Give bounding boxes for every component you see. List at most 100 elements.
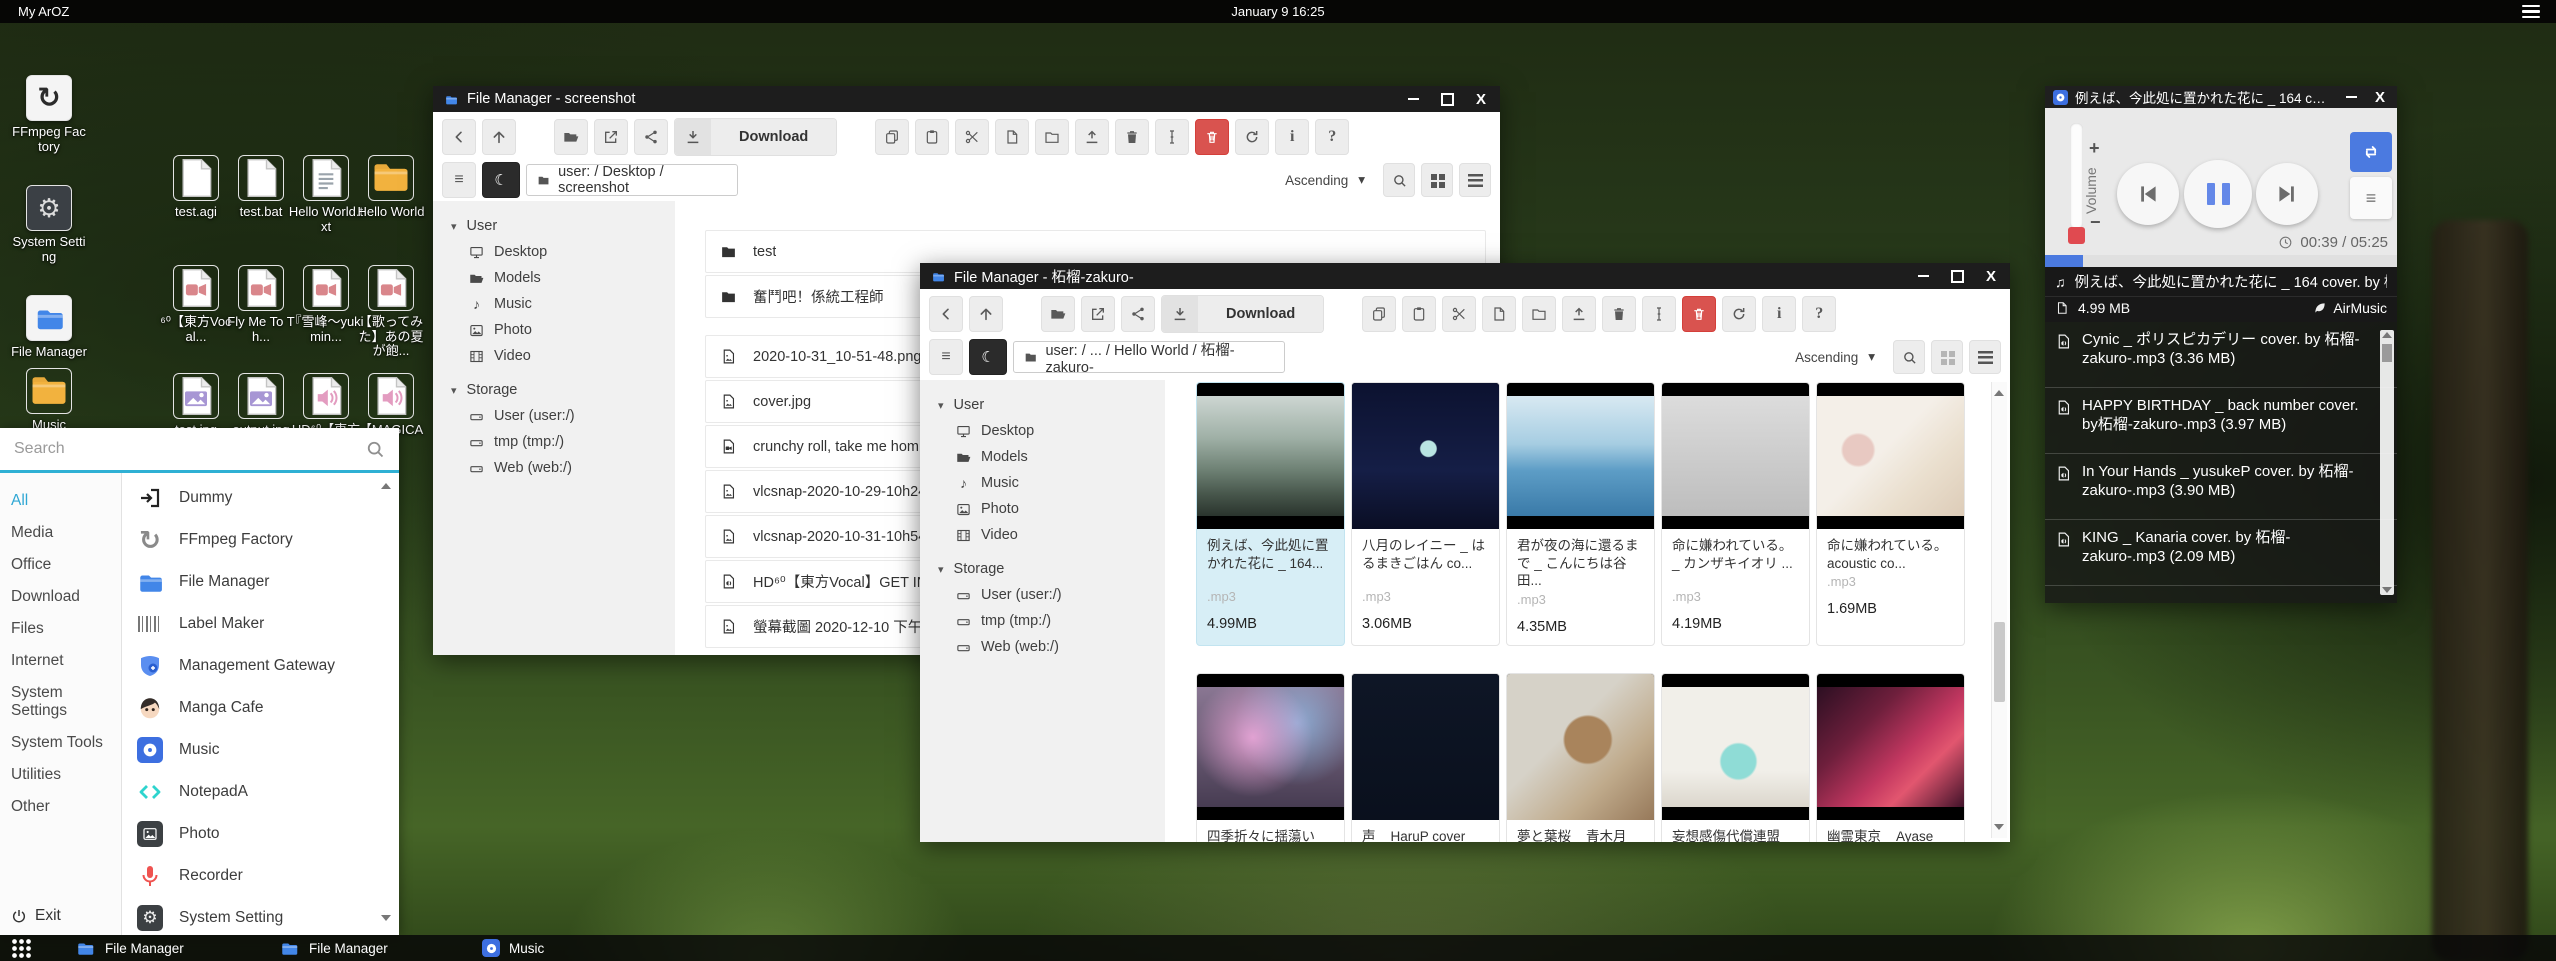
back-button[interactable] bbox=[929, 296, 963, 332]
volume-handle[interactable] bbox=[2068, 227, 2085, 244]
sort-dropdown[interactable]: Ascending ▾ bbox=[1285, 172, 1365, 188]
sidebar-item-video[interactable]: Video bbox=[920, 522, 1165, 548]
paste-button[interactable] bbox=[915, 119, 949, 155]
category-download[interactable]: Download bbox=[0, 581, 121, 613]
copy-button[interactable] bbox=[875, 119, 909, 155]
open-external-button[interactable] bbox=[594, 119, 628, 155]
copy-button[interactable] bbox=[1362, 296, 1396, 332]
sidebar-item-models[interactable]: Models bbox=[433, 265, 675, 291]
new-folder-button[interactable] bbox=[1035, 119, 1069, 155]
menu-icon[interactable] bbox=[2522, 5, 2540, 18]
category-files[interactable]: Files bbox=[0, 613, 121, 645]
delete-button[interactable] bbox=[1195, 119, 1229, 155]
maximize-button[interactable] bbox=[1951, 270, 1964, 283]
desktop-shortcut-file-manager[interactable]: File Manager bbox=[11, 295, 87, 360]
sidebar-item-web-drive[interactable]: Web (web:/) bbox=[433, 455, 675, 481]
scroll-down-icon[interactable] bbox=[381, 915, 391, 921]
category-system-tools[interactable]: System Tools bbox=[0, 727, 121, 759]
pause-button[interactable] bbox=[2184, 160, 2252, 228]
share-button[interactable] bbox=[634, 119, 668, 155]
search-button[interactable] bbox=[1383, 163, 1415, 197]
progress-bar[interactable] bbox=[2045, 255, 2397, 267]
airmusic-badge[interactable]: AirMusic bbox=[2313, 300, 2387, 316]
scrollbar-thumb[interactable] bbox=[2382, 344, 2392, 362]
new-folder-button[interactable] bbox=[1522, 296, 1556, 332]
sidebar-item-desktop[interactable]: Desktop bbox=[433, 239, 675, 265]
dark-mode-toggle[interactable]: ☾ bbox=[969, 339, 1007, 375]
new-file-button[interactable] bbox=[1482, 296, 1516, 332]
help-button[interactable]: ? bbox=[1802, 296, 1836, 332]
volume-down-icon[interactable]: − bbox=[2090, 212, 2101, 233]
sidebar-item-photo[interactable]: Photo bbox=[920, 496, 1165, 522]
archive-button[interactable] bbox=[1115, 119, 1149, 155]
file-card[interactable]: 四季折々に揺蕩い bbox=[1196, 673, 1345, 842]
scroll-down-icon[interactable] bbox=[2382, 587, 2392, 593]
download-button[interactable]: Download bbox=[1161, 295, 1324, 333]
sidebar-item-tmp-drive[interactable]: tmp (tmp:/) bbox=[433, 429, 675, 455]
taskbar-item-music[interactable]: Music bbox=[482, 935, 544, 961]
upload-button[interactable] bbox=[1075, 119, 1109, 155]
list-view-button[interactable] bbox=[1459, 163, 1491, 197]
app-item-photo[interactable]: Photo bbox=[122, 813, 399, 855]
open-external-button[interactable] bbox=[1081, 296, 1115, 332]
open-button[interactable] bbox=[1041, 296, 1075, 332]
maximize-button[interactable] bbox=[1441, 93, 1454, 106]
sidebar-item-photo[interactable]: Photo bbox=[433, 317, 675, 343]
app-item-recorder[interactable]: Recorder bbox=[122, 855, 399, 897]
info-button[interactable]: i bbox=[1762, 296, 1796, 332]
menu-button[interactable]: ≡ bbox=[442, 162, 476, 198]
scrollbar-thumb[interactable] bbox=[1994, 622, 2005, 702]
search-input[interactable] bbox=[0, 440, 365, 458]
sidebar-item-web-drive[interactable]: Web (web:/) bbox=[920, 634, 1165, 660]
taskbar-item-file-manager-2[interactable]: File Manager bbox=[278, 935, 388, 961]
file-card[interactable]: 夢と葉桜 _ 青木月 bbox=[1506, 673, 1655, 842]
desktop-shortcut-music[interactable]: Music bbox=[11, 368, 87, 433]
file-card[interactable]: 君が夜の海に還るまで _ こんにちは谷田... .mp3 4.35MB bbox=[1506, 382, 1655, 646]
playlist-item[interactable]: KING _ Kanaria cover. by 柘榴-zakuro-.mp3 … bbox=[2045, 520, 2397, 586]
sidebar-section-storage[interactable]: ▾Storage bbox=[433, 377, 675, 403]
exit-button[interactable]: Exit bbox=[11, 907, 61, 925]
category-internet[interactable]: Internet bbox=[0, 645, 121, 677]
search-icon[interactable] bbox=[365, 439, 385, 459]
app-item-dummy[interactable]: Dummy bbox=[122, 477, 399, 519]
close-button[interactable]: X bbox=[1476, 92, 1486, 107]
sidebar-item-music[interactable]: ♪Music bbox=[920, 470, 1165, 496]
taskbar-item-file-manager-1[interactable]: File Manager bbox=[74, 935, 184, 961]
download-button[interactable]: Download bbox=[674, 118, 837, 156]
new-file-button[interactable] bbox=[995, 119, 1029, 155]
scroll-up-icon[interactable] bbox=[1994, 390, 2004, 396]
previous-track-button[interactable] bbox=[2117, 163, 2179, 225]
sidebar-item-video[interactable]: Video bbox=[433, 343, 675, 369]
app-item-ffmpeg-factory[interactable]: ↻ FFmpeg Factory bbox=[122, 519, 399, 561]
category-other[interactable]: Other bbox=[0, 791, 121, 823]
desktop-shortcut-system-setting[interactable]: ⚙ System Setting bbox=[11, 185, 87, 264]
open-button[interactable] bbox=[554, 119, 588, 155]
minimize-button[interactable] bbox=[2346, 96, 2357, 98]
scroll-up-icon[interactable] bbox=[381, 483, 391, 489]
minimize-button[interactable] bbox=[1408, 98, 1419, 100]
search-button[interactable] bbox=[1893, 340, 1925, 374]
file-card[interactable]: 妄想感傷代償連盟 bbox=[1661, 673, 1810, 842]
category-system-settings[interactable]: System Settings bbox=[0, 677, 121, 727]
app-grid-icon[interactable] bbox=[12, 939, 31, 958]
sidebar-item-music[interactable]: ♪Music bbox=[433, 291, 675, 317]
sort-dropdown[interactable]: Ascending ▾ bbox=[1795, 349, 1875, 365]
category-utilities[interactable]: Utilities bbox=[0, 759, 121, 791]
sidebar-item-user-drive[interactable]: User (user:/) bbox=[433, 403, 675, 429]
grid-view-button[interactable] bbox=[1931, 340, 1963, 374]
category-office[interactable]: Office bbox=[0, 549, 121, 581]
playlist-item[interactable]: Cynic _ ポリスピカデリー cover. by 柘榴-zakuro-.mp… bbox=[2045, 322, 2397, 388]
minimize-button[interactable] bbox=[1918, 275, 1929, 277]
delete-button[interactable] bbox=[1682, 296, 1716, 332]
file-card[interactable]: 幽霊東京 _ Ayase bbox=[1816, 673, 1965, 842]
file-card[interactable]: 命に嫌われている。 _ カンザキイオリ ... .mp3 4.19MB bbox=[1661, 382, 1810, 646]
desktop-folder[interactable]: Hello World bbox=[353, 155, 429, 220]
rename-button[interactable] bbox=[1642, 296, 1676, 332]
back-button[interactable] bbox=[442, 119, 476, 155]
close-button[interactable]: X bbox=[1986, 269, 1996, 284]
scroll-up-icon[interactable] bbox=[2382, 332, 2392, 338]
rename-button[interactable] bbox=[1155, 119, 1189, 155]
repeat-button[interactable] bbox=[2350, 132, 2392, 172]
grid-view-button[interactable] bbox=[1421, 163, 1453, 197]
dark-mode-toggle[interactable]: ☾ bbox=[482, 162, 520, 198]
